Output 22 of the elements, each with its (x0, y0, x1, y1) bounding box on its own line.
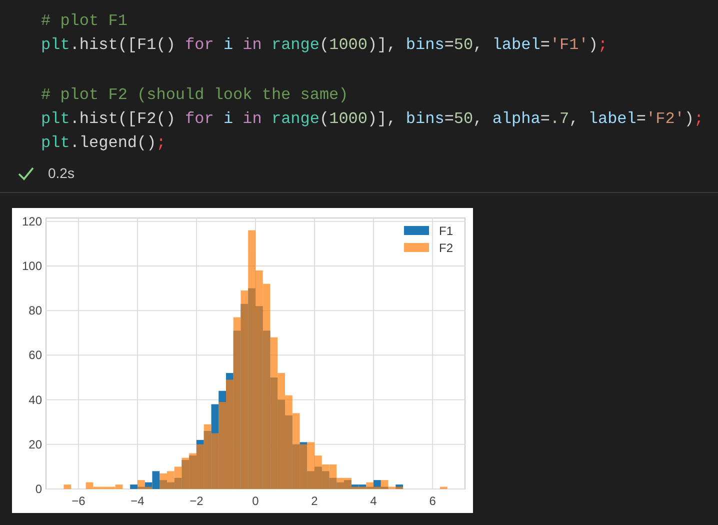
y-tick-label: 40 (28, 392, 42, 407)
y-tick-label: 60 (28, 348, 42, 362)
x-tick-label: −6 (72, 494, 86, 508)
execution-time: 0.2s (48, 164, 74, 183)
y-tick-label: 20 (28, 437, 42, 452)
code-line: plt.hist([F1() for i in range(1000)], bins=50, label='F1'); (41, 35, 609, 56)
legend-label: F2 (439, 241, 454, 255)
code-line: # plot F2 (should look the same) (41, 85, 350, 106)
code-line: plt.hist([F2() for i in range(1000)], bins=50, alpha=.7, label='F2'); (41, 109, 705, 130)
y-tick-label: 100 (22, 258, 42, 273)
x-tick-label: 0 (252, 494, 259, 508)
code-line: # plot F1 (41, 11, 128, 32)
x-tick-label: 6 (429, 494, 436, 508)
x-tick-label: −4 (130, 494, 144, 508)
y-tick-label: 120 (22, 214, 42, 228)
x-tick-label: 4 (370, 494, 377, 508)
legend-label: F1 (439, 224, 454, 238)
x-tick-label: 2 (311, 494, 318, 508)
x-tick-label: −2 (190, 494, 204, 508)
code-line: plt.legend(); (41, 133, 167, 154)
y-tick-label: 0 (35, 482, 42, 496)
y-tick-label: 80 (28, 304, 42, 318)
